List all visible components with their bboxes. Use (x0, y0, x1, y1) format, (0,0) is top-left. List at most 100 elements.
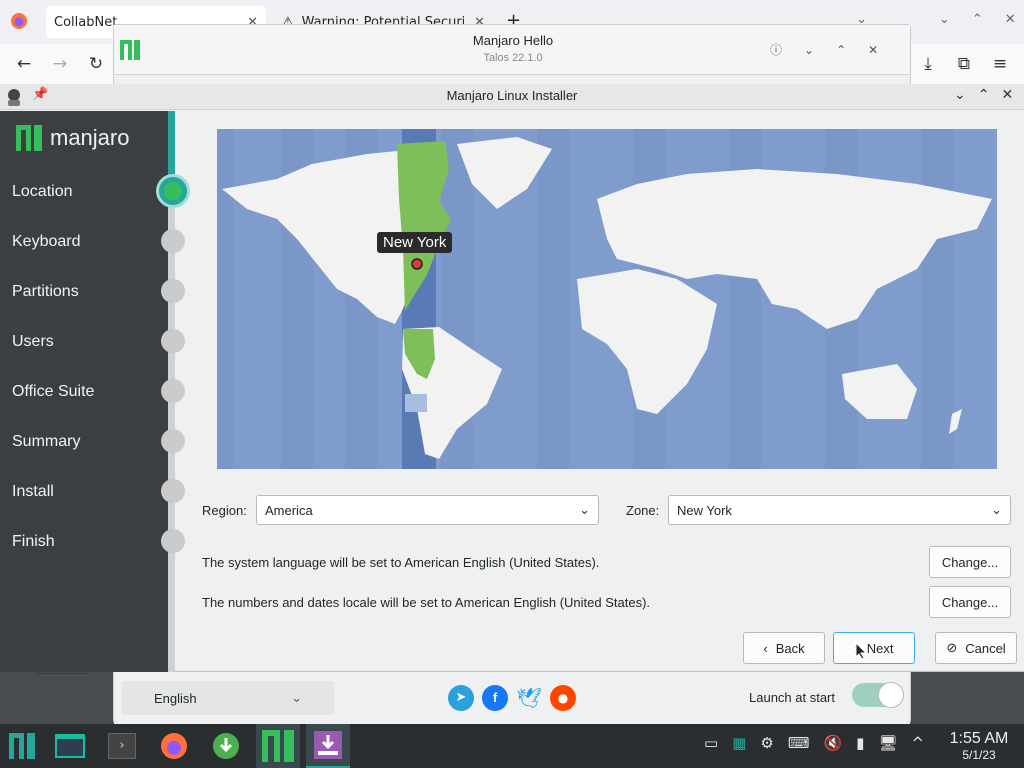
menu-icon[interactable]: ≡ (986, 50, 1014, 78)
info-icon[interactable]: ⓘ (770, 41, 782, 58)
volume-muted-icon[interactable]: 🔇 (823, 734, 842, 752)
installer-window-controls: ⌄ ⌃ ✕ (954, 87, 1013, 103)
step-indicator-core (164, 182, 182, 200)
manjaro-hello-taskbar-button[interactable] (256, 724, 300, 768)
step-users: Users (12, 333, 54, 350)
locale-text: The numbers and dates locale will be set… (202, 595, 651, 610)
terminal-button[interactable]: › (100, 724, 144, 768)
step-location: Location (12, 183, 73, 200)
step-summary: Summary (12, 433, 81, 450)
workspace-icon[interactable]: ▦ (732, 734, 746, 752)
display-icon[interactable]: 🖥 (878, 734, 897, 752)
region-select[interactable]: America ⌄ (256, 495, 599, 525)
button-label: Change... (941, 554, 999, 570)
button-label: Cancel (965, 640, 1006, 656)
telegram-icon[interactable]: ➤ (448, 685, 474, 711)
button-label: Change... (941, 594, 999, 610)
manjaro-brand: manjaro (16, 125, 129, 151)
clock[interactable]: 1:55 AM 5/1/23 (944, 730, 1014, 762)
step-indicator (161, 529, 185, 553)
button-label: Back (775, 640, 805, 656)
zone-value: New York (677, 502, 732, 518)
installer-titlebar: 📌 Manjaro Linux Installer ⌄ ⌃ ✕ (0, 84, 1024, 110)
manjaro-logo-icon (262, 730, 294, 762)
forward-arrow-icon[interactable]: → (46, 50, 74, 78)
manjaro-logo-icon (9, 733, 35, 759)
step-install: Install (12, 483, 54, 500)
start-menu-button[interactable] (0, 724, 44, 768)
toggle-knob (878, 682, 904, 708)
next-button[interactable]: › Next (833, 632, 915, 664)
hello-titlebar: Manjaro Hello Talos 22.1.0 ⓘ ⌄ ⌃ ✕ (114, 25, 910, 75)
installer-taskbar-button[interactable] (306, 724, 350, 768)
step-indicator (161, 329, 185, 353)
manjaro-logo-icon (16, 125, 42, 151)
step-indicator (161, 229, 185, 253)
removable-device-icon[interactable]: ▮ (856, 734, 864, 752)
close-icon[interactable]: ✕ (1005, 12, 1016, 27)
cancel-icon: ⊘ (946, 640, 958, 655)
launch-at-start-label: Launch at start (749, 690, 835, 705)
step-office-suite: Office Suite (12, 383, 95, 400)
step-indicator (161, 479, 185, 503)
downloader-button[interactable] (204, 724, 248, 768)
firefox-button[interactable] (152, 724, 196, 768)
show-desktop-icon[interactable]: ▭ (704, 734, 718, 752)
timezone-map[interactable]: New York (217, 129, 997, 469)
close-icon[interactable]: ✕ (1001, 87, 1013, 103)
chevron-down-icon[interactable]: ⌄ (939, 12, 950, 27)
step-indicator (161, 379, 185, 403)
region-label: Region: (202, 503, 247, 518)
file-manager-button[interactable] (48, 724, 92, 768)
mouse-cursor-icon (855, 641, 868, 664)
facebook-icon[interactable]: f (482, 685, 508, 711)
twitter-icon[interactable]: 🕊 (516, 685, 542, 711)
back-button[interactable]: ‹ Back (743, 632, 825, 664)
change-language-button[interactable]: Change... (929, 546, 1011, 578)
step-keyboard: Keyboard (12, 233, 81, 250)
close-icon[interactable]: ✕ (868, 43, 878, 57)
step-partitions: Partitions (12, 283, 79, 300)
launch-at-start-toggle[interactable] (852, 682, 904, 708)
minimize-icon[interactable]: ⌄ (954, 87, 966, 103)
chevron-down-icon: ⌄ (291, 690, 302, 705)
map-pin-label: New York (377, 232, 453, 253)
step-indicator-active (156, 174, 190, 208)
button-label: Next (866, 640, 894, 656)
tab-title: CollabNet (54, 14, 118, 30)
change-locale-button[interactable]: Change... (929, 586, 1011, 618)
network-icon[interactable]: ⚙ (760, 734, 773, 752)
chevron-up-icon[interactable]: ⌃ (972, 12, 983, 27)
world-map-graphic (217, 129, 992, 469)
reddit-icon[interactable]: ● (550, 685, 576, 711)
zone-select[interactable]: New York ⌄ (668, 495, 1011, 525)
expand-tray-icon[interactable]: ^ (911, 734, 924, 752)
installer-icon (314, 731, 342, 759)
installer-sidebar: manjaro Location Keyboard Partitions Use… (0, 111, 190, 672)
zone-label: Zone: (626, 503, 660, 518)
step-indicator (161, 279, 185, 303)
language-select[interactable]: English ⌄ (122, 681, 334, 715)
firefox-icon (161, 733, 187, 759)
system-tray: ▭ ▦ ⚙ ⌨ 🔇 ▮ 🖥 ^ (704, 734, 924, 752)
brand-name: manjaro (50, 125, 130, 150)
chevron-down-icon[interactable]: ⌄ (804, 43, 814, 57)
installer-window: 📌 Manjaro Linux Installer ⌄ ⌃ ✕ manjaro … (0, 84, 1024, 672)
chevron-up-icon[interactable]: ⌃ (836, 43, 846, 57)
social-links: ➤ f 🕊 ● (448, 685, 576, 711)
extensions-icon[interactable]: ⧉ (950, 50, 978, 78)
terminal-tray-icon[interactable]: ⌨ (788, 734, 810, 752)
download-icon (213, 733, 239, 759)
clock-date: 5/1/23 (962, 748, 996, 762)
cancel-button[interactable]: ⊘ Cancel (935, 632, 1017, 664)
download-icon[interactable]: ⤓ (914, 50, 942, 78)
step-indicator (161, 429, 185, 453)
reload-icon[interactable]: ↻ (82, 50, 110, 78)
chevron-down-icon: ⌄ (579, 502, 590, 517)
back-arrow-icon[interactable]: ← (10, 50, 38, 78)
chevron-left-icon: ‹ (763, 640, 768, 656)
folder-icon (55, 734, 85, 758)
step-finish: Finish (12, 533, 55, 550)
maximize-icon[interactable]: ⌃ (978, 87, 990, 103)
hello-footer: English ⌄ ➤ f 🕊 ● Launch at start (114, 673, 910, 725)
